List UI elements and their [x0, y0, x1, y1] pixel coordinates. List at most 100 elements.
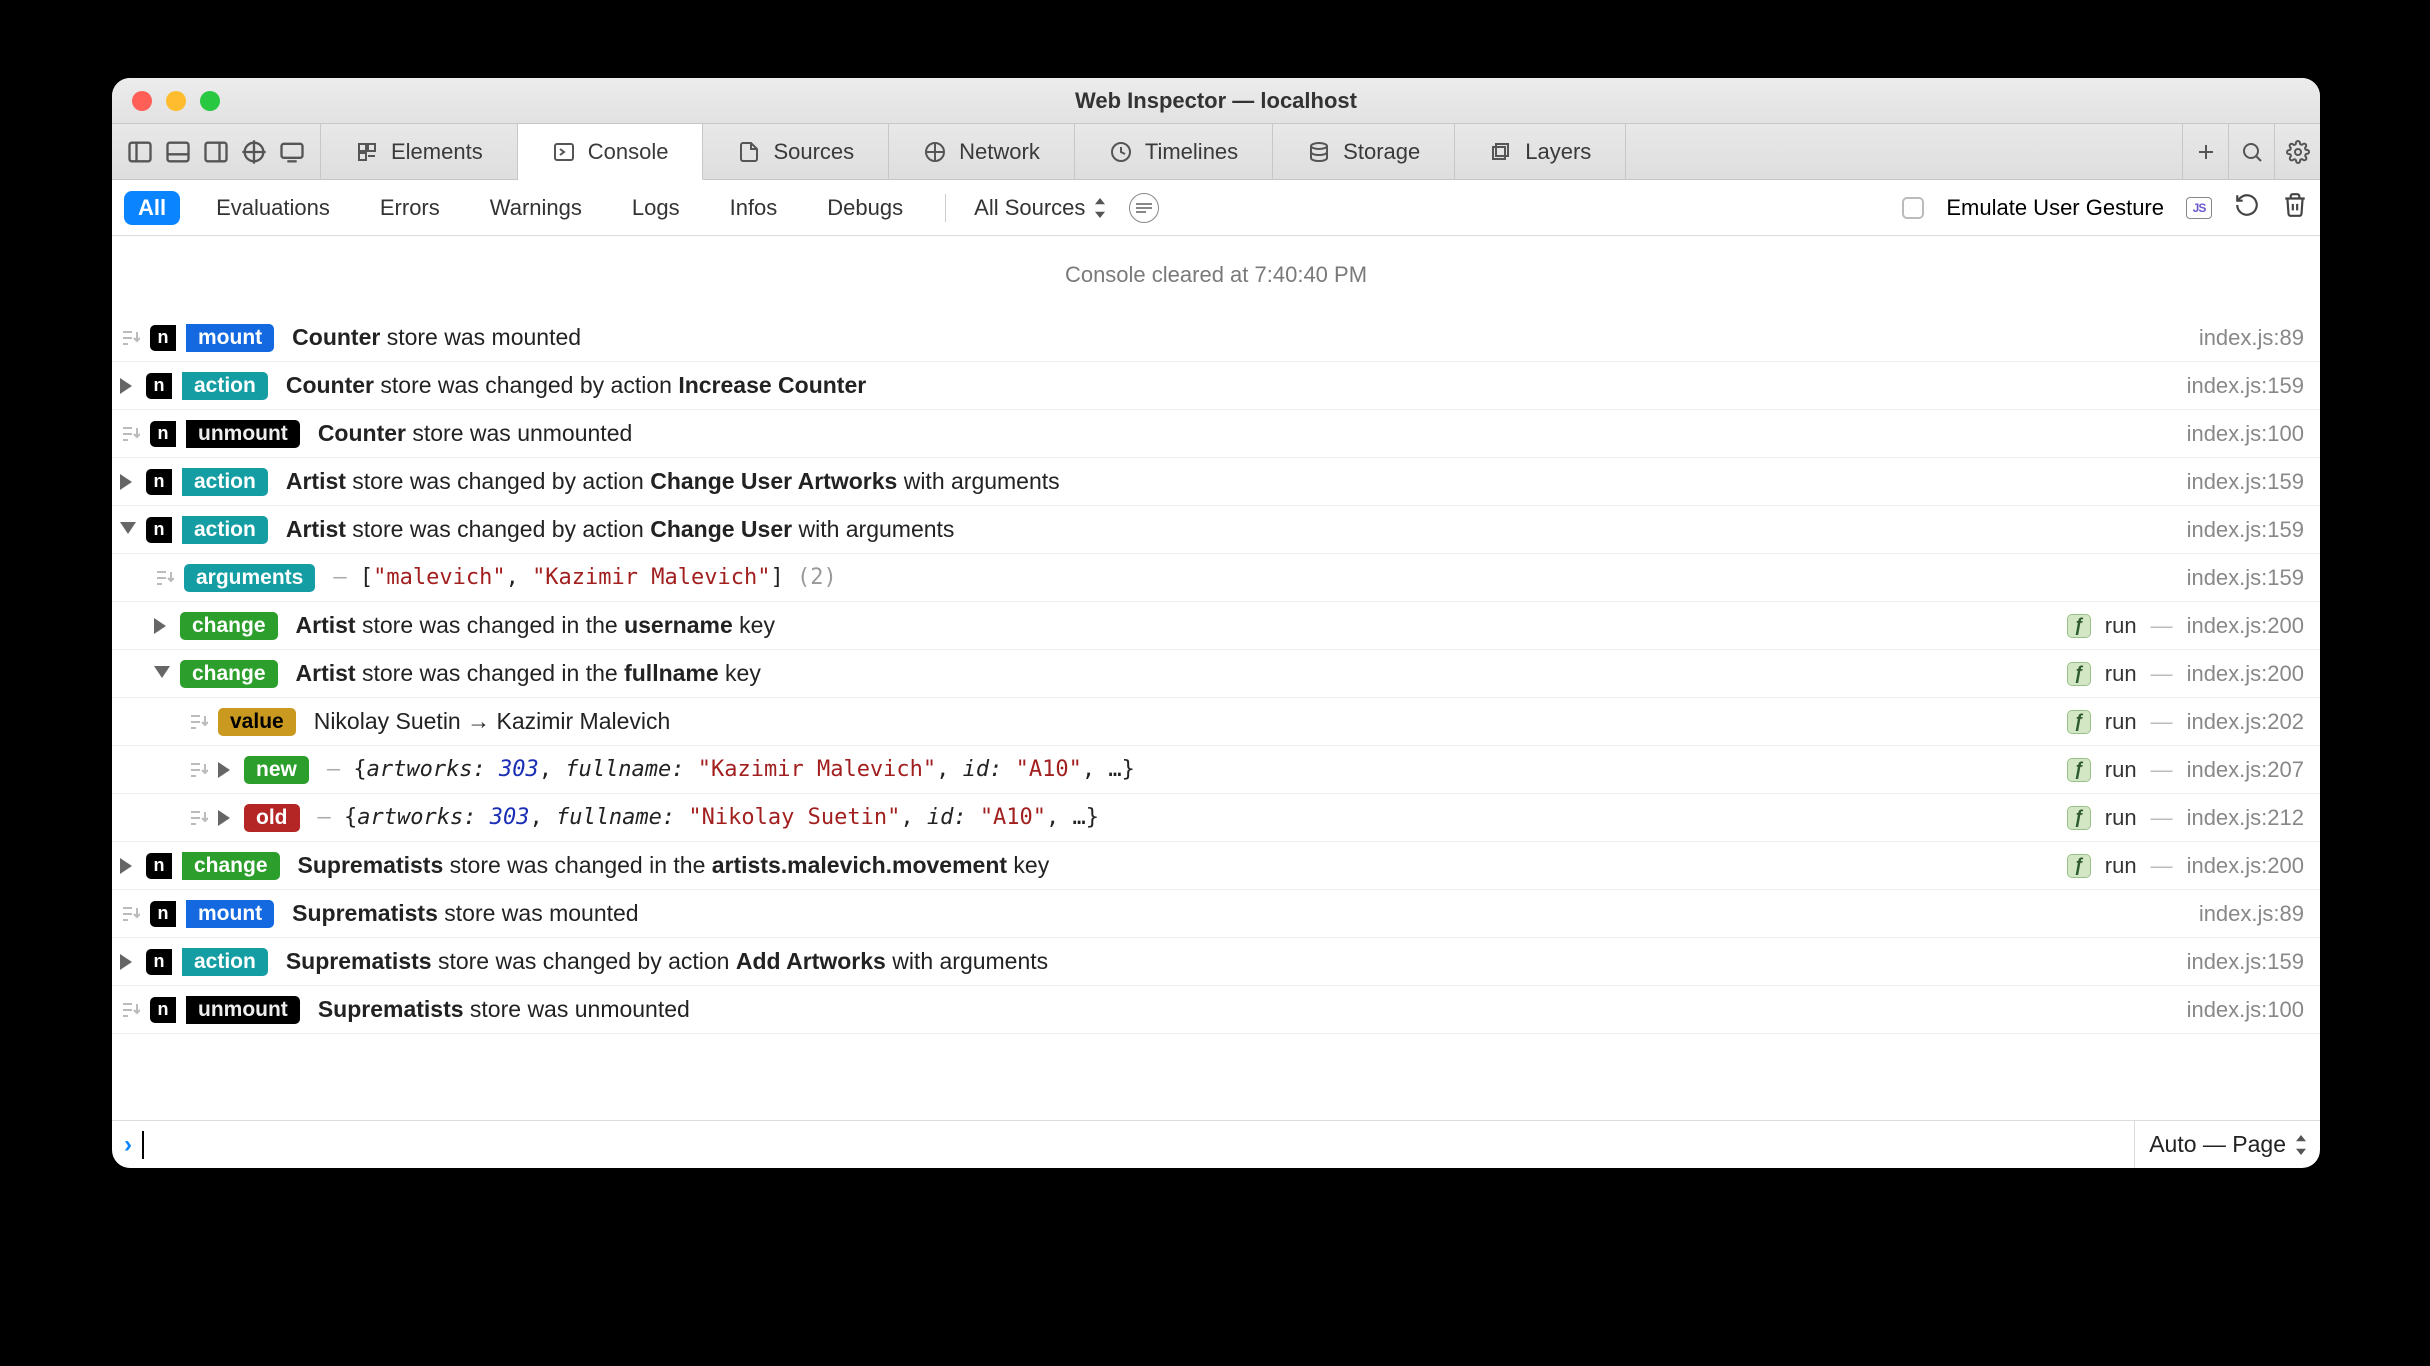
filter-warnings[interactable]: Warnings: [476, 191, 596, 225]
source-link[interactable]: index.js:159: [2187, 517, 2304, 543]
source-link[interactable]: index.js:100: [2187, 997, 2304, 1023]
tab-label: Console: [588, 139, 669, 165]
event-pill-action: action: [182, 468, 268, 496]
tab-storage[interactable]: Storage: [1273, 124, 1455, 179]
function-icon: ƒ: [2067, 854, 2091, 878]
source-selector[interactable]: All Sources: [974, 195, 1107, 221]
callback-name: run: [2105, 613, 2137, 639]
console-row[interactable]: nactionArtist store was changed by actio…: [112, 506, 2320, 554]
minimize-window-button[interactable]: [166, 91, 186, 111]
emulate-gesture-checkbox[interactable]: [1902, 197, 1924, 219]
console-row[interactable]: valueNikolay Suetin → Kazimir Malevichƒr…: [112, 698, 2320, 746]
layers-icon: [1489, 140, 1513, 164]
console-row[interactable]: nchangeSuprematists store was changed in…: [112, 842, 2320, 890]
console-prompt[interactable]: › Auto — Page: [112, 1120, 2320, 1168]
filter-infos[interactable]: Infos: [716, 191, 792, 225]
console-row[interactable]: nactionCounter store was changed by acti…: [112, 362, 2320, 410]
disclosure-toggle[interactable]: [120, 954, 136, 970]
log-line-icon: [188, 712, 208, 732]
console-row[interactable]: change Artist store was changed in the us…: [112, 602, 2320, 650]
disclosure-toggle[interactable]: [120, 522, 136, 538]
filter-all[interactable]: All: [124, 191, 180, 225]
snippet-button[interactable]: [1129, 193, 1159, 223]
event-pill-value: value: [218, 708, 296, 736]
inspect-element-icon[interactable]: [240, 138, 268, 166]
filter-errors[interactable]: Errors: [366, 191, 454, 225]
settings-button[interactable]: [2274, 124, 2320, 179]
source-link[interactable]: index.js:207: [2187, 757, 2304, 783]
filter-logs[interactable]: Logs: [618, 191, 694, 225]
nanostores-badge: n: [150, 997, 176, 1023]
source-link[interactable]: index.js:100: [2187, 421, 2304, 447]
disclosure-toggle[interactable]: [120, 378, 136, 394]
callback-name: run: [2105, 853, 2137, 879]
nanostores-badge: n: [146, 949, 172, 975]
function-icon: ƒ: [2067, 662, 2091, 686]
source-link[interactable]: index.js:200: [2187, 613, 2304, 639]
source-link[interactable]: index.js:89: [2199, 325, 2304, 351]
disclosure-toggle[interactable]: [120, 474, 136, 490]
row-meta: index.js:159: [2187, 469, 2304, 495]
preserve-log-js-button[interactable]: JS: [2186, 197, 2212, 219]
disclosure-toggle[interactable]: [154, 666, 170, 682]
source-link[interactable]: index.js:159: [2187, 565, 2304, 591]
event-pill-change: change: [180, 612, 278, 640]
execution-context-selector[interactable]: Auto — Page: [2134, 1121, 2308, 1168]
source-link[interactable]: index.js:159: [2187, 949, 2304, 975]
source-link[interactable]: index.js:212: [2187, 805, 2304, 831]
source-link[interactable]: index.js:200: [2187, 661, 2304, 687]
console-row[interactable]: nmountSuprematists store was mountedinde…: [112, 890, 2320, 938]
source-link[interactable]: index.js:89: [2199, 901, 2304, 927]
lines-icon: [1136, 202, 1152, 214]
source-link[interactable]: index.js:200: [2187, 853, 2304, 879]
new-tab-button[interactable]: [2182, 124, 2228, 179]
reload-button[interactable]: [2234, 192, 2260, 224]
console-row[interactable]: changeArtist store was changed in the fu…: [112, 650, 2320, 698]
close-window-button[interactable]: [132, 91, 152, 111]
object-expand-toggle[interactable]: [218, 810, 234, 826]
console-log-list[interactable]: Console cleared at 7:40:40 PM nmountCoun…: [112, 236, 2320, 1120]
row-meta: index.js:89: [2199, 901, 2304, 927]
source-link[interactable]: index.js:159: [2187, 469, 2304, 495]
filter-evaluations[interactable]: Evaluations: [202, 191, 344, 225]
search-button[interactable]: [2228, 124, 2274, 179]
tab-elements[interactable]: Elements: [321, 124, 518, 179]
source-link[interactable]: index.js:159: [2187, 373, 2304, 399]
console-row[interactable]: arguments— ["malevich", "Kazimir Malevic…: [112, 554, 2320, 602]
clear-console-button[interactable]: [2282, 192, 2308, 224]
object-expand-toggle[interactable]: [218, 762, 234, 778]
tab-sources[interactable]: Sources: [703, 124, 889, 179]
console-row[interactable]: nunmountCounter store was unmountedindex…: [112, 410, 2320, 458]
console-row[interactable]: nunmountSuprematists store was unmounted…: [112, 986, 2320, 1034]
zoom-window-button[interactable]: [200, 91, 220, 111]
console-icon: [552, 140, 576, 164]
filter-debugs[interactable]: Debugs: [813, 191, 917, 225]
function-icon: ƒ: [2067, 710, 2091, 734]
event-pill-args: arguments: [184, 564, 315, 592]
log-line-icon: [120, 424, 140, 444]
tab-console[interactable]: Console: [518, 124, 704, 180]
disclosure-toggle[interactable]: [120, 858, 136, 874]
dock-right-icon[interactable]: [202, 138, 230, 166]
row-meta: ƒrun—index.js:200: [2067, 661, 2304, 687]
console-row[interactable]: new— {artworks: 303, fullname: "Kazimir …: [112, 746, 2320, 794]
console-row[interactable]: nactionSuprematists store was changed by…: [112, 938, 2320, 986]
inspector-window: Web Inspector — localhost Elements Conso…: [112, 78, 2320, 1168]
console-row[interactable]: nactionArtist store was changed by actio…: [112, 458, 2320, 506]
event-pill-unmount: unmount: [186, 996, 300, 1024]
console-row[interactable]: nmountCounter store was mountedindex.js:…: [112, 314, 2320, 362]
row-meta: ƒrun—index.js:212: [2067, 805, 2304, 831]
disclosure-toggle[interactable]: [154, 618, 170, 634]
nanostores-badge: n: [150, 421, 176, 447]
source-link[interactable]: index.js:202: [2187, 709, 2304, 735]
device-icon[interactable]: [278, 138, 306, 166]
tab-layers[interactable]: Layers: [1455, 124, 1626, 179]
dock-left-icon[interactable]: [126, 138, 154, 166]
console-row[interactable]: old— {artworks: 303, fullname: "Nikolay …: [112, 794, 2320, 842]
separator: [945, 194, 946, 222]
tab-timelines[interactable]: Timelines: [1075, 124, 1273, 179]
log-message: Suprematists store was mounted: [292, 900, 638, 927]
dock-bottom-icon[interactable]: [164, 138, 192, 166]
tab-network[interactable]: Network: [889, 124, 1075, 179]
log-message: Artist store was changed in the username…: [296, 612, 775, 639]
